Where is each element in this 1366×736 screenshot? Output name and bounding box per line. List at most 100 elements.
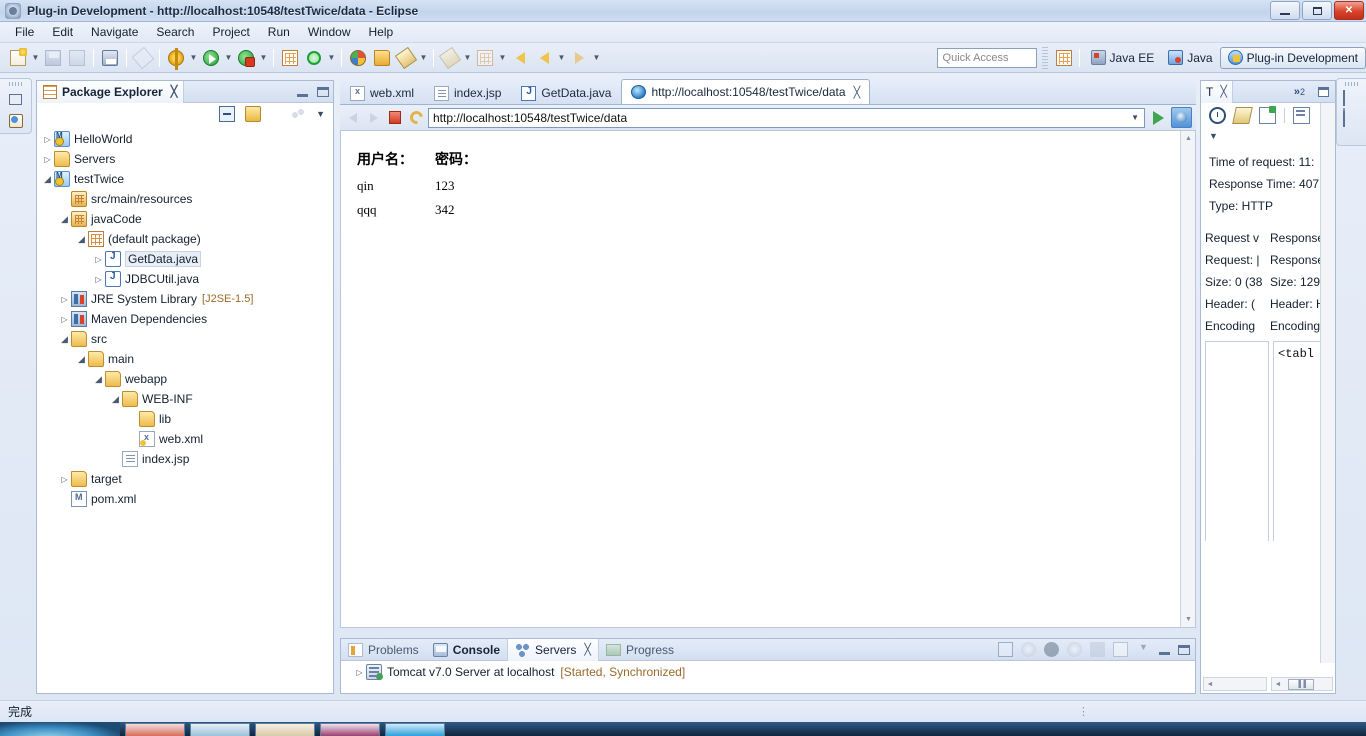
- maximize-icon[interactable]: [1318, 86, 1329, 97]
- expand-arrow-icon[interactable]: [92, 275, 105, 284]
- status-resize-grip[interactable]: ⋮: [1078, 705, 1089, 718]
- view-menu-presentation-icon[interactable]: [290, 107, 307, 121]
- open-perspective-button[interactable]: [1053, 47, 1075, 69]
- close-icon[interactable]: ╳: [171, 85, 178, 98]
- expand-arrow-icon[interactable]: [58, 475, 71, 484]
- taskbar-item[interactable]: [125, 723, 185, 736]
- run-external-tools-button[interactable]: [235, 47, 257, 69]
- expand-arrow-icon[interactable]: [109, 394, 122, 405]
- editor-tab-http-localhost-10548-testtwice-data[interactable]: http://localhost:10548/testTwice/data ╳: [621, 79, 871, 104]
- view-menu-icon[interactable]: ▼: [1136, 642, 1151, 657]
- minimized-package-explorer-button[interactable]: [7, 112, 25, 130]
- link-with-editor-icon[interactable]: [245, 106, 262, 122]
- menu-help[interactable]: Help: [360, 23, 403, 41]
- menu-edit[interactable]: Edit: [43, 23, 82, 41]
- close-button[interactable]: ✕: [1334, 1, 1364, 20]
- tree-item-src[interactable]: src: [37, 329, 333, 349]
- taskbar-item[interactable]: [385, 723, 445, 736]
- maximize-button[interactable]: [1302, 1, 1332, 20]
- clear-icon[interactable]: [1232, 106, 1253, 124]
- request-pane-hscrollbar[interactable]: ◄: [1203, 677, 1267, 691]
- menu-window[interactable]: Window: [299, 23, 360, 41]
- browser-stop-button[interactable]: [386, 109, 404, 127]
- maximize-icon[interactable]: [317, 86, 329, 97]
- tree-item-main[interactable]: main: [37, 349, 333, 369]
- tab-overflow-button[interactable]: » 2: [1294, 86, 1305, 98]
- open-resource-button[interactable]: [371, 47, 393, 69]
- next-annotation-dropdown-arrow[interactable]: ▼: [497, 47, 508, 69]
- last-edit-location-button[interactable]: [438, 46, 462, 69]
- external-tools-dropdown-arrow[interactable]: ▼: [258, 47, 269, 69]
- search-dropdown-arrow[interactable]: ▼: [326, 47, 337, 69]
- open-external-browser-button[interactable]: [1171, 107, 1192, 128]
- tree-item-servers[interactable]: Servers: [37, 149, 333, 169]
- expand-arrow-icon[interactable]: [41, 155, 54, 164]
- perspective-tab-java[interactable]: Java: [1161, 47, 1219, 69]
- collapse-all-icon[interactable]: [219, 106, 236, 122]
- back-button[interactable]: [533, 47, 555, 69]
- tab-problems[interactable]: Problems: [341, 639, 426, 661]
- browser-refresh-button[interactable]: [406, 108, 426, 127]
- taskbar-item[interactable]: [320, 723, 380, 736]
- debug-dropdown-arrow[interactable]: ▼: [188, 47, 199, 69]
- chevron-down-icon[interactable]: ▼: [1131, 113, 1139, 122]
- scrollbar-thumb[interactable]: ▐▐: [1288, 678, 1314, 690]
- tree-item-lib[interactable]: lib: [37, 409, 333, 429]
- browser-url-input[interactable]: http://localhost:10548/testTwice/data ▼: [428, 107, 1145, 128]
- format-dropdown-arrow[interactable]: ▼: [418, 47, 429, 69]
- new-server-icon[interactable]: [998, 642, 1013, 657]
- taskbar-item[interactable]: [255, 723, 315, 736]
- last-edit-dropdown-arrow[interactable]: ▼: [462, 47, 473, 69]
- menu-project[interactable]: Project: [203, 23, 258, 41]
- tree-item-jdbcutil-java[interactable]: JDBCUtil.java: [37, 269, 333, 289]
- previous-annotation-button[interactable]: [509, 47, 531, 69]
- minimize-icon[interactable]: [1159, 651, 1170, 655]
- editor-tab-web-xml[interactable]: web.xml: [340, 81, 424, 104]
- tab-console[interactable]: Console: [426, 639, 507, 661]
- start-server-icon[interactable]: [1044, 642, 1059, 657]
- expand-arrow-icon[interactable]: [92, 255, 105, 264]
- tree-item-javacode[interactable]: javaCode: [37, 209, 333, 229]
- quick-access-input[interactable]: Quick Access: [936, 47, 1037, 68]
- browser-back-button[interactable]: [344, 109, 362, 127]
- close-icon[interactable]: ╳: [854, 86, 861, 99]
- forward-button[interactable]: [568, 47, 590, 69]
- restore-right-view-button[interactable]: [1342, 90, 1361, 107]
- tree-item-src-main-resources[interactable]: src/main/resources: [37, 189, 333, 209]
- start-button[interactable]: [0, 722, 120, 736]
- open-type-button[interactable]: [347, 47, 369, 69]
- tree-item-jre-system-library[interactable]: JRE System Library [J2SE-1.5]: [37, 289, 333, 309]
- stop-server-icon[interactable]: [1090, 642, 1105, 657]
- request-encoding[interactable]: Encoding: [1205, 315, 1270, 337]
- expand-arrow-icon[interactable]: [58, 334, 71, 345]
- tree-item-helloworld[interactable]: HelloWorld: [37, 129, 333, 149]
- tree-item-pom-xml[interactable]: pom.xml: [37, 489, 333, 509]
- tree-item-index-jsp[interactable]: index.jsp: [37, 449, 333, 469]
- publish-server-icon[interactable]: [1113, 642, 1128, 657]
- history-icon[interactable]: [1209, 106, 1226, 124]
- minimize-icon[interactable]: [297, 93, 308, 97]
- expand-arrow-icon[interactable]: [58, 214, 71, 225]
- new-button[interactable]: [7, 47, 29, 69]
- close-icon[interactable]: ╳: [1220, 85, 1227, 98]
- expand-arrow-icon[interactable]: [75, 234, 88, 245]
- run-dropdown-arrow[interactable]: ▼: [223, 47, 234, 69]
- tree-item-web-xml[interactable]: web.xml: [37, 429, 333, 449]
- tree-item-webapp[interactable]: webapp: [37, 369, 333, 389]
- debug-button[interactable]: [165, 47, 187, 70]
- restore-view-button[interactable]: [7, 90, 25, 108]
- expand-arrow-icon[interactable]: [75, 354, 88, 365]
- scroll-up-icon[interactable]: ▲: [1181, 131, 1195, 146]
- taskbar-item[interactable]: [190, 723, 250, 736]
- toggle-mark-occurrences-button[interactable]: [131, 46, 155, 69]
- print-button[interactable]: [99, 47, 121, 69]
- save-button[interactable]: [42, 47, 64, 69]
- minimize-button[interactable]: [1270, 1, 1300, 20]
- tree-item-target[interactable]: target: [37, 469, 333, 489]
- editor-tab-index-jsp[interactable]: index.jsp: [424, 81, 511, 104]
- back-dropdown-arrow[interactable]: ▼: [556, 47, 567, 69]
- perspective-tab-java-ee[interactable]: Java EE: [1084, 47, 1162, 69]
- response-pane-hscrollbar[interactable]: ◄ ▐▐: [1271, 677, 1333, 691]
- perspective-tab-plugin-development[interactable]: Plug-in Development: [1219, 46, 1366, 69]
- tcpip-vertical-scrollbar[interactable]: [1320, 103, 1335, 663]
